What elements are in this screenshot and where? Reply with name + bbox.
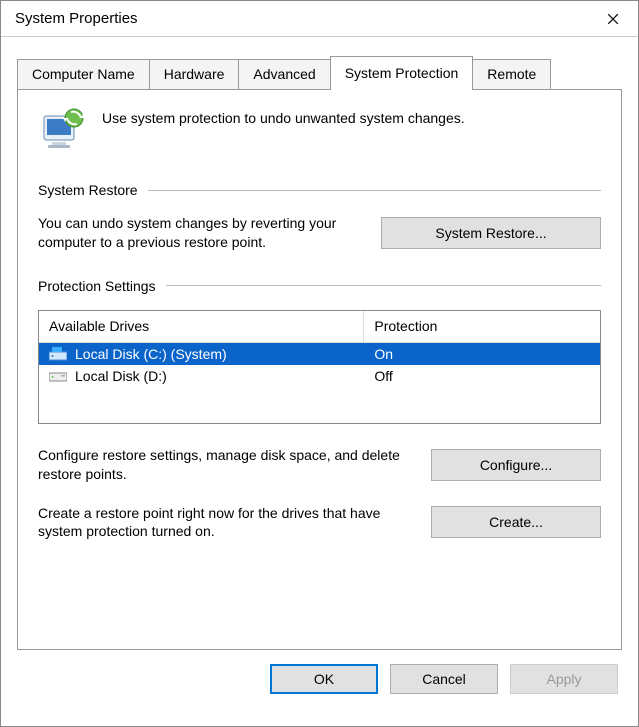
dialog-button-bar: OK Cancel Apply — [1, 650, 638, 708]
drive-name: Local Disk (D:) — [75, 368, 167, 384]
ok-button[interactable]: OK — [270, 664, 378, 694]
tab-remote[interactable]: Remote — [472, 59, 551, 89]
group-title-protection-settings: Protection Settings — [38, 278, 156, 294]
tab-computer-name[interactable]: Computer Name — [17, 59, 150, 89]
create-button[interactable]: Create... — [431, 506, 601, 538]
group-protection-settings: Protection Settings Available Drives Pro… — [38, 278, 601, 542]
drive-icon — [49, 369, 67, 383]
create-desc: Create a restore point right now for the… — [38, 504, 401, 542]
table-body: Local Disk (C:) (System) On — [39, 343, 600, 423]
divider — [166, 285, 601, 286]
intro-block: Use system protection to undo unwanted s… — [38, 108, 601, 154]
system-restore-desc: You can undo system changes by reverting… — [38, 214, 357, 252]
drive-protection-status: On — [374, 346, 393, 362]
system-protection-icon — [38, 108, 88, 154]
drive-system-icon — [49, 347, 67, 361]
tab-hardware[interactable]: Hardware — [149, 59, 240, 89]
table-header: Available Drives Protection — [39, 311, 600, 343]
tab-system-protection[interactable]: System Protection — [330, 56, 474, 90]
group-system-restore: System Restore You can undo system chang… — [38, 182, 601, 252]
drive-name: Local Disk (C:) (System) — [75, 346, 227, 362]
column-header-protection[interactable]: Protection — [364, 311, 600, 343]
table-row[interactable]: Local Disk (D:) Off — [39, 365, 600, 387]
divider — [148, 190, 601, 191]
cancel-button[interactable]: Cancel — [390, 664, 498, 694]
window-title: System Properties — [15, 10, 138, 27]
titlebar: System Properties — [1, 1, 638, 37]
column-header-drives[interactable]: Available Drives — [39, 311, 364, 343]
table-row[interactable]: Local Disk (C:) (System) On — [39, 343, 600, 365]
close-button[interactable] — [588, 1, 638, 37]
drive-table: Available Drives Protection Local Disk (… — [38, 310, 601, 424]
close-icon — [607, 13, 619, 25]
tab-panel-system-protection: Use system protection to undo unwanted s… — [17, 90, 622, 650]
system-restore-button[interactable]: System Restore... — [381, 217, 601, 249]
configure-desc: Configure restore settings, manage disk … — [38, 446, 401, 484]
intro-text: Use system protection to undo unwanted s… — [102, 108, 465, 126]
drive-protection-status: Off — [374, 368, 392, 384]
tab-advanced[interactable]: Advanced — [238, 59, 330, 89]
group-title-system-restore: System Restore — [38, 182, 138, 198]
tab-bar: Computer Name Hardware Advanced System P… — [17, 55, 622, 90]
configure-button[interactable]: Configure... — [431, 449, 601, 481]
apply-button[interactable]: Apply — [510, 664, 618, 694]
